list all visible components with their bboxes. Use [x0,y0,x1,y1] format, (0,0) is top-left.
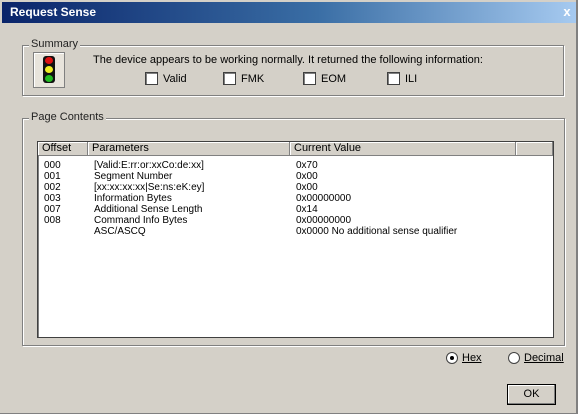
decimal-radio-indicator [508,352,520,364]
eom-checkbox[interactable]: EOM [303,72,346,85]
column-header-parameters[interactable]: Parameters [88,142,290,156]
summary-message: The device appears to be working normall… [93,54,483,66]
summary-legend: Summary [29,38,81,50]
hex-label: Hex [462,352,482,364]
decimal-label: Decimal [524,352,564,364]
hex-radio-indicator [446,352,458,364]
traffic-light-icon [33,52,65,88]
ili-checkbox[interactable]: ILI [387,72,417,85]
ok-button[interactable]: OK [507,384,556,405]
eom-label: EOM [321,72,347,85]
column-header-offset[interactable]: Offset [38,142,88,156]
valid-checkbox[interactable]: Valid [145,72,187,85]
ili-label: ILI [405,72,418,85]
window-title: Request Sense [10,5,97,19]
valid-label: Valid [163,72,187,85]
fmk-label: FMK [241,72,265,85]
close-icon[interactable]: x [560,4,574,20]
page-contents-group: Page Contents Offset Parameters Current … [22,111,565,346]
fmk-checkbox[interactable]: FMK [223,72,264,85]
column-header-current-value[interactable]: Current Value [290,142,516,156]
column-header-filler [516,142,553,156]
summary-group: Summary The device appears to be working… [22,38,564,96]
hex-radio[interactable]: Hex [446,352,482,364]
title-bar[interactable]: Request Sense x [2,2,576,23]
page-contents-table[interactable]: Offset Parameters Current Value 000 [Val… [37,141,554,338]
request-sense-dialog: Request Sense x Summary The device appea… [0,0,578,414]
decimal-radio[interactable]: Decimal [508,352,564,364]
page-contents-legend: Page Contents [29,111,106,123]
